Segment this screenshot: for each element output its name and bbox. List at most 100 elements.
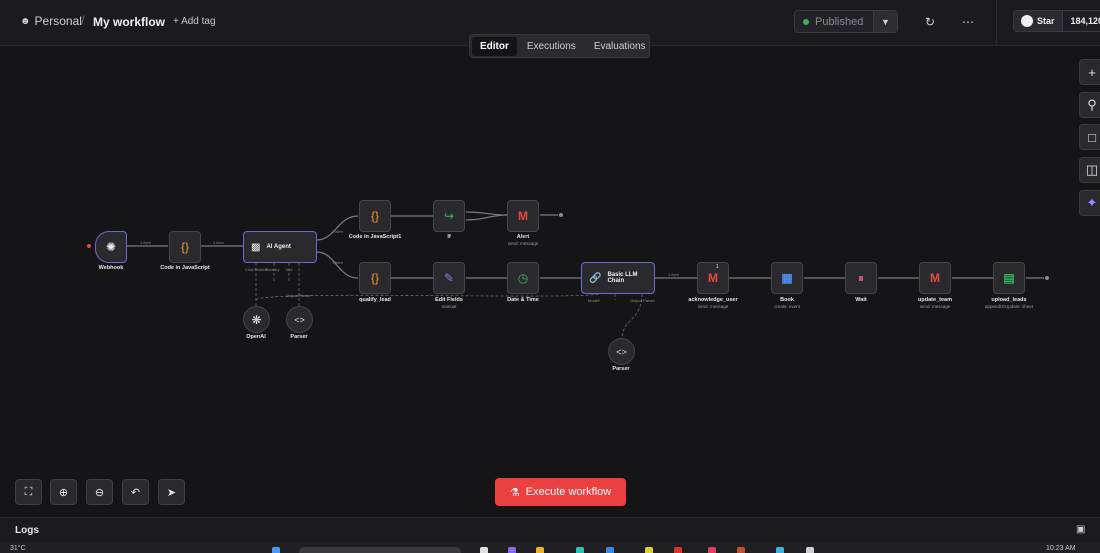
execute-workflow-button[interactable]: ⚗ Execute workflow — [495, 478, 626, 506]
node-parser-agent[interactable]: <> — [286, 306, 313, 333]
openai-icon: ❋ — [251, 312, 262, 327]
port-label: Output Parser — [286, 293, 311, 298]
node-book-calendar[interactable]: ▦ — [771, 262, 803, 294]
node-acknowledge-user[interactable]: M — [697, 262, 729, 294]
port-label: Memory — [265, 267, 280, 272]
more-options-icon[interactable]: ⋯ — [959, 13, 977, 31]
cursor-icon: ➤ — [166, 486, 177, 499]
tab-editor[interactable]: Editor — [472, 36, 517, 56]
link-icon: 🔗 — [589, 272, 602, 284]
edge-label: 1 item — [140, 240, 151, 245]
taskbar-app-icon[interactable] — [806, 547, 814, 553]
node-subtitle: manual — [441, 304, 457, 309]
node-code-javascript[interactable]: {} — [169, 231, 201, 263]
node-alert-gmail[interactable]: M — [507, 200, 539, 232]
taskbar-search[interactable] — [299, 547, 461, 553]
add-node-button[interactable]: + — [1079, 59, 1100, 85]
sheets-icon: ▤ — [1003, 271, 1015, 285]
zoom-out-button[interactable]: ⊖ — [86, 479, 113, 505]
robot-icon: ▩ — [251, 241, 261, 253]
tab-executions[interactable]: Executions — [519, 37, 584, 56]
node-update-team[interactable]: M — [919, 262, 951, 294]
chevron-down-icon[interactable]: ▼ — [874, 11, 897, 32]
workflow-title[interactable]: My workflow — [93, 15, 165, 29]
port-label: Model* — [588, 298, 601, 303]
breadcrumb-personal[interactable]: ☻ Personal — [20, 14, 82, 28]
node-qualify-lead[interactable]: {} — [359, 262, 391, 294]
sticky-note-button[interactable]: □ — [1079, 124, 1100, 150]
node-openai[interactable]: ❋ — [243, 306, 270, 333]
user-icon: ☻ — [20, 15, 31, 27]
webhook-icon: ✺ — [105, 240, 117, 254]
edge-label: 1 item — [668, 272, 679, 277]
github-star-left: Star — [1014, 11, 1062, 31]
node-label: Parser — [612, 366, 630, 372]
taskbar-app-icon[interactable] — [737, 547, 745, 553]
node-upload-leads[interactable]: ▤ — [993, 262, 1025, 294]
header-divider — [996, 0, 997, 46]
gmail-icon: M — [518, 209, 528, 223]
n8n-editor-window: ☻ Personal / My workflow + Add tag Publi… — [0, 0, 1100, 553]
ai-assistant-button[interactable]: ✦ — [1079, 190, 1100, 216]
logs-panel[interactable]: Logs ▣ — [0, 517, 1100, 543]
taskbar-app-icon[interactable] — [674, 547, 682, 553]
taskbar-app-icon[interactable] — [480, 547, 488, 553]
node-label: upload_leads — [991, 297, 1027, 303]
code-braces-icon: {} — [180, 240, 189, 254]
windows-start-icon[interactable] — [272, 547, 280, 553]
select-tool-button[interactable]: ➤ — [158, 479, 185, 505]
node-label: Alert — [516, 234, 530, 240]
gmail-icon: M — [930, 271, 940, 285]
taskbar-app-icon[interactable] — [576, 547, 584, 553]
taskbar-app-icon[interactable] — [606, 547, 614, 553]
os-taskbar: 31°C 10:23 AM — [0, 543, 1100, 553]
taskbar-app-icon[interactable] — [536, 547, 544, 553]
plus-icon: + — [1088, 64, 1096, 80]
flask-icon: ⚗ — [509, 486, 520, 499]
github-star-button[interactable]: Star 184,120 — [1013, 10, 1100, 32]
history-icon[interactable]: ↻ — [921, 13, 939, 31]
github-star-label: Star — [1037, 16, 1055, 26]
code-icon: <> — [294, 314, 305, 325]
search-nodes-button[interactable]: ⚲ — [1079, 92, 1100, 118]
node-ai-agent[interactable]: ▩ AI Agent — [243, 231, 317, 263]
add-tag-button[interactable]: + Add tag — [173, 16, 216, 27]
published-control: Published ▼ — [794, 10, 898, 33]
node-date-time[interactable]: ◷ — [507, 262, 539, 294]
execute-workflow-label: Execute workflow — [525, 486, 612, 498]
pause-icon: ⏸ — [857, 270, 864, 285]
port-label: Chat Model* — [245, 267, 268, 272]
taskbar-app-icon[interactable] — [645, 547, 653, 553]
node-label: AI Agent — [266, 244, 291, 250]
clock-icon: ◷ — [517, 271, 529, 285]
calendar-icon: ▦ — [781, 271, 793, 285]
fullscreen-icon: ⛶ — [24, 485, 33, 498]
node-run-count: 1 — [716, 264, 719, 270]
tab-evaluations[interactable]: Evaluations — [586, 37, 654, 56]
taskbar-app-icon[interactable] — [508, 547, 516, 553]
expand-panel-icon[interactable]: ▣ — [1076, 524, 1085, 535]
note-icon: □ — [1088, 129, 1096, 145]
node-wait[interactable]: ⏸ — [845, 262, 877, 294]
fit-view-button[interactable]: ⛶ — [15, 479, 42, 505]
node-code-javascript1[interactable]: {} — [359, 200, 391, 232]
node-label: Basic LLM Chain — [607, 272, 638, 284]
zoom-in-button[interactable]: ⊕ — [50, 479, 77, 505]
edge-label: 1 item — [213, 240, 224, 245]
undo-button[interactable]: ↶ — [122, 479, 149, 505]
clock-time: 10:23 AM — [1046, 545, 1076, 552]
node-basic-llm-chain[interactable]: 🔗 Basic LLM Chain — [581, 262, 655, 294]
panel-toggle-button[interactable]: ◫ — [1079, 157, 1100, 183]
code-braces-icon: {} — [370, 271, 379, 285]
taskbar-app-icon[interactable] — [708, 547, 716, 553]
node-parser-chain[interactable]: <> — [608, 338, 635, 365]
breadcrumb-separator: / — [81, 13, 85, 28]
node-if[interactable]: ↪ — [433, 200, 465, 232]
taskbar-app-icon[interactable] — [776, 547, 784, 553]
gmail-icon: M — [708, 271, 718, 285]
published-button[interactable]: Published — [795, 11, 874, 32]
logs-title: Logs — [15, 525, 39, 536]
node-edit-fields[interactable]: ✎ — [433, 262, 465, 294]
github-icon — [1021, 15, 1033, 27]
node-webhook[interactable]: ✺ — [95, 231, 127, 263]
